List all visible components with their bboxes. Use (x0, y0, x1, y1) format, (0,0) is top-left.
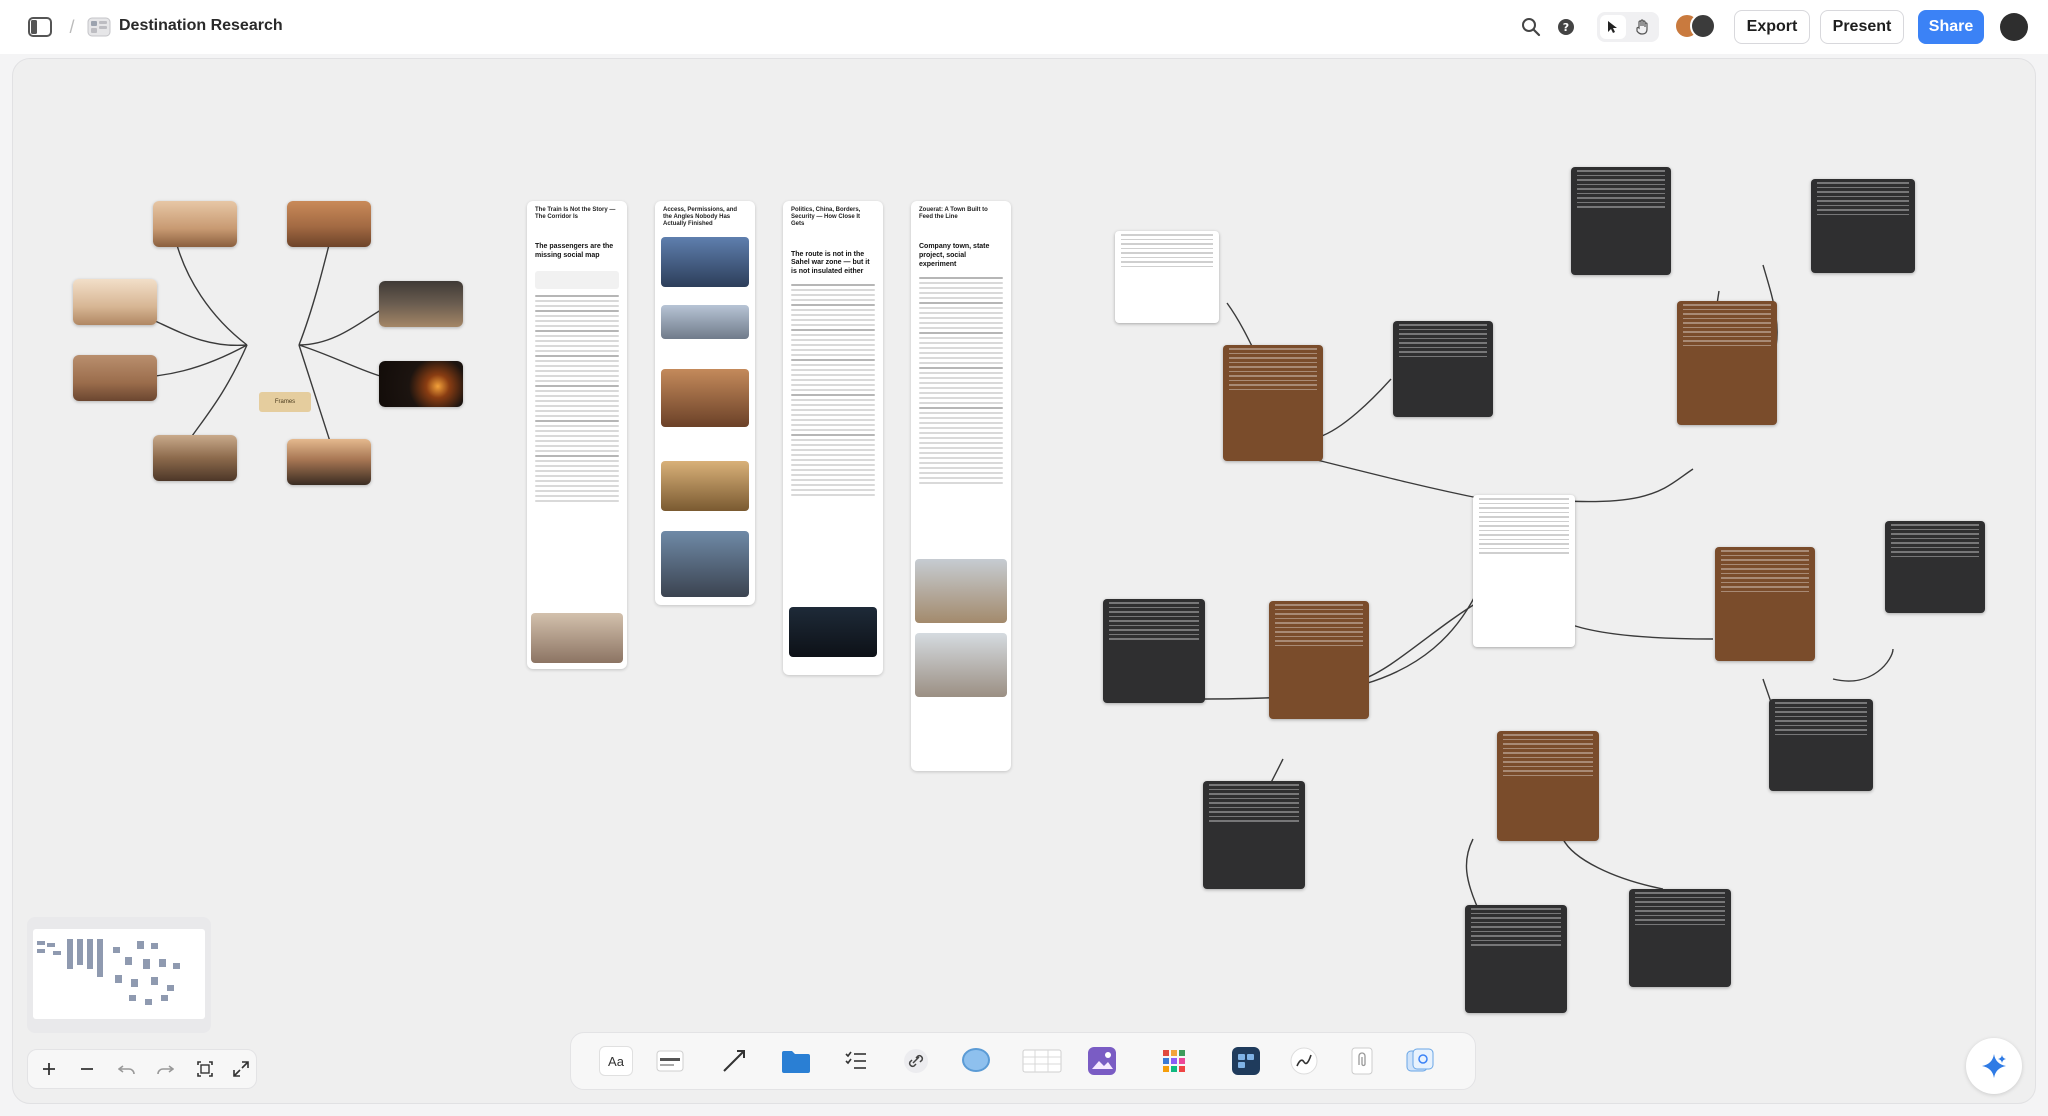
photo-train-sunset[interactable] (287, 439, 371, 485)
zoom-in-button[interactable] (36, 1056, 62, 1082)
svg-text:?: ? (1563, 21, 1569, 34)
search-icon[interactable] (1518, 14, 1544, 40)
card-image (661, 237, 749, 287)
bottom-toolbar: Aa (570, 1032, 1476, 1090)
sidebar-toggle-icon[interactable] (26, 14, 54, 40)
expand-icon[interactable] (228, 1056, 254, 1082)
text-tool-button[interactable]: Aa (599, 1046, 633, 1076)
board-icon (86, 14, 112, 40)
note-dark[interactable] (1571, 167, 1671, 275)
zoom-out-button[interactable] (74, 1056, 100, 1082)
photo-train-dusk[interactable] (379, 281, 463, 327)
note-brown[interactable] (1497, 731, 1599, 841)
page-title: Destination Research (119, 17, 283, 34)
note-brown[interactable] (1269, 601, 1369, 719)
folder-tool-icon[interactable] (781, 1046, 811, 1076)
card-image (661, 305, 749, 339)
table-tool-icon[interactable] (1021, 1046, 1063, 1076)
line-tool-icon[interactable] (719, 1046, 749, 1076)
zoom-controls (27, 1049, 257, 1089)
card-video (789, 607, 877, 657)
article-card-corridor[interactable]: The Train Is Not the Story — The Corrido… (527, 201, 627, 669)
card-title: Access, Permissions, and the Angles Nobo… (663, 207, 738, 228)
undo-icon[interactable] (114, 1056, 140, 1082)
note-dark[interactable] (1465, 905, 1567, 1013)
photo-campfire-night[interactable] (379, 361, 463, 407)
card-image (661, 369, 749, 427)
photo-desert-rider[interactable] (287, 201, 371, 247)
hand-icon[interactable] (1630, 15, 1656, 39)
photo-acacia-tree[interactable] (73, 279, 157, 325)
pen-tool-icon[interactable] (1289, 1046, 1319, 1076)
note-dark[interactable] (1629, 889, 1731, 987)
minimap-viewport (33, 929, 205, 1019)
redo-icon[interactable] (152, 1056, 178, 1082)
checklist-tool-icon[interactable] (841, 1046, 871, 1076)
whiteboard-canvas[interactable]: Frames The Train Is Not the Story — The … (12, 58, 2036, 1104)
card-headline: Company town, state project, social expe… (919, 243, 990, 268)
help-icon[interactable]: ? (1553, 14, 1579, 40)
card-image (531, 613, 623, 663)
card-image (915, 633, 1007, 697)
note-brown[interactable] (1223, 345, 1323, 461)
note-initial-question[interactable] (1115, 231, 1219, 323)
avatar (1690, 13, 1716, 39)
note-central-hub[interactable] (1473, 495, 1575, 647)
photo-camel-caravan[interactable] (153, 201, 237, 247)
note-dark[interactable] (1885, 521, 1985, 613)
card-title: Politics, China, Borders, Security — How… (791, 207, 861, 228)
present-button[interactable]: Present (1820, 10, 1904, 44)
card-headline: The passengers are the missing social ma… (535, 243, 614, 260)
top-bar: / Destination Research ? Export Present … (0, 0, 2048, 54)
note-dark[interactable] (1769, 699, 1873, 791)
ai-assistant-button[interactable] (1966, 1038, 2022, 1094)
card-title: The Train Is Not the Story — The Corrido… (535, 207, 616, 221)
export-button[interactable]: Export (1734, 10, 1810, 44)
attach-tool-icon[interactable] (1347, 1046, 1377, 1076)
apps-tool-icon[interactable] (1159, 1046, 1189, 1076)
share-button[interactable]: Share (1918, 10, 1984, 44)
note-dark[interactable] (1393, 321, 1493, 417)
minimap[interactable] (27, 917, 211, 1033)
breadcrumb-separator: / (69, 16, 75, 37)
note-dark[interactable] (1103, 599, 1205, 703)
image-tool-icon[interactable] (1087, 1046, 1117, 1076)
article-card-access[interactable]: Access, Permissions, and the Angles Nobo… (655, 201, 755, 605)
card-image (661, 531, 749, 597)
article-card-politics[interactable]: Politics, China, Borders, Security — How… (783, 201, 883, 675)
card-headline: The route is not in the Sahel war zone —… (791, 250, 870, 276)
text-tool-label: Aa (608, 1053, 624, 1069)
pointer-hand-toggle (1597, 12, 1659, 42)
note-brown[interactable] (1677, 301, 1777, 425)
link-tool-icon[interactable] (901, 1046, 931, 1076)
collaborator-avatars[interactable] (1674, 13, 1718, 41)
card-image (915, 559, 1007, 623)
app-dark-tool-icon[interactable] (1231, 1046, 1261, 1076)
card-tool-icon[interactable] (655, 1046, 685, 1076)
photo-traveler-dunes[interactable] (73, 355, 157, 401)
user-avatar[interactable] (2000, 13, 2028, 41)
article-card-zouerat[interactable]: Zouerat: A Town Built to Feed the Line C… (911, 201, 1011, 771)
copy-tool-icon[interactable] (1405, 1046, 1435, 1076)
note-dark[interactable] (1811, 179, 1915, 273)
note-brown[interactable] (1715, 547, 1815, 661)
sparkle-icon (1982, 1054, 2006, 1078)
photo-portrait-man[interactable] (153, 435, 237, 481)
note-dark[interactable] (1203, 781, 1305, 889)
card-title: Zouerat: A Town Built to Feed the Line (919, 207, 988, 221)
comment-tool-icon[interactable] (961, 1046, 991, 1076)
fit-to-screen-icon[interactable] (192, 1056, 218, 1082)
card-image (661, 461, 749, 511)
frames-tag[interactable]: Frames (259, 392, 311, 412)
pointer-icon[interactable] (1600, 15, 1626, 39)
